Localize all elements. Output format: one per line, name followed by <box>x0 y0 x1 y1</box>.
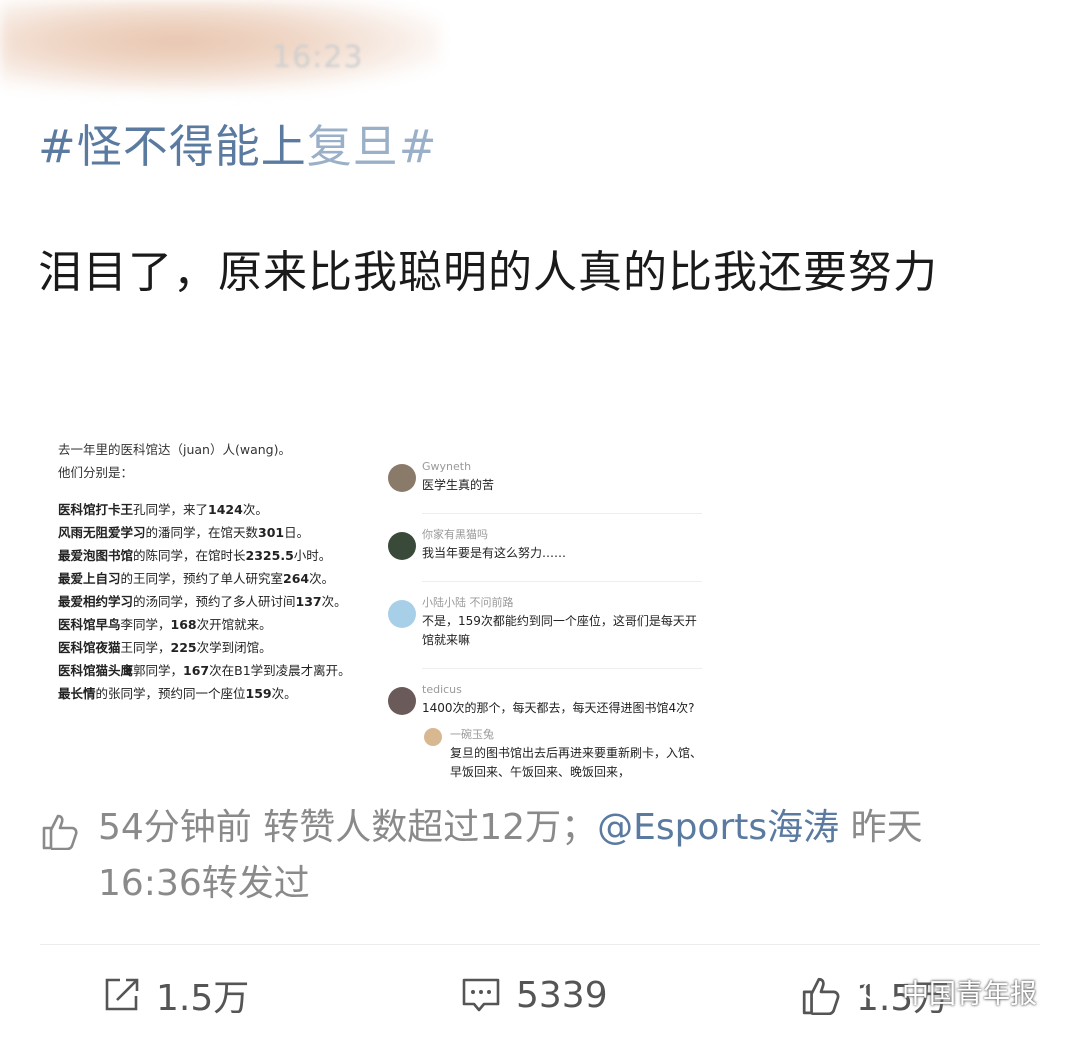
watermark: 中国青年报 <box>862 972 1037 1011</box>
award-line-bold-2: 264 <box>283 571 310 586</box>
watermark-text: 中国青年报 <box>902 979 1037 1010</box>
comment-item: Gwyneth 医学生真的苦 <box>386 458 706 495</box>
meta-tail-1: 昨天 <box>850 807 923 848</box>
award-line: 最爱上自习的王同学，预约了单人研究室264次。 <box>58 567 358 590</box>
share-count: 1.5万 <box>156 978 250 1019</box>
comment-item: 你家有黑猫吗 我当年要是有这么努力…… <box>386 526 706 563</box>
comment-text: 1400次的那个，每天都去，每天还得进图书馆4次? <box>422 701 695 715</box>
intro-line-1: 去一年里的医科馆达（juan）人(wang)。 <box>58 442 291 457</box>
award-line-rest-2: 次学到闭馆。 <box>196 640 272 655</box>
comment-item: 小陆小陆 不问前路 不是，159次都能约到同一个座位，这哥们是每天开馆就来嘛 <box>386 594 706 650</box>
award-line: 最爱相约学习的汤同学，预约了多人研讨间137次。 <box>58 590 358 613</box>
avatar <box>424 728 442 746</box>
award-line-rest-2: 小时。 <box>293 548 332 563</box>
award-line-bold: 医科馆夜猫 <box>58 640 121 655</box>
divider <box>40 944 1040 945</box>
award-line-rest-2: 次。 <box>242 502 268 517</box>
award-line-rest-1: 的潘同学，在馆天数 <box>145 525 259 540</box>
avatar <box>388 600 416 628</box>
blurred-header <box>0 0 440 92</box>
like-icon <box>802 977 840 1015</box>
avatar <box>388 687 416 715</box>
award-line-rest-2: 日。 <box>284 525 310 540</box>
post-text: 泪目了，原来比我聪明的人真的比我还要努力 <box>38 247 938 298</box>
award-line-rest-1: 的汤同学，预约了多人研讨间 <box>133 594 296 609</box>
share-icon <box>105 978 139 1011</box>
award-line-bold-2: 225 <box>170 640 197 655</box>
award-line-bold-2: 168 <box>170 617 197 632</box>
comment-list: Gwyneth 医学生真的苦 你家有黑猫吗 我当年要是有这么努力…… 小陆小陆 … <box>386 458 706 800</box>
award-line-bold: 最爱上自习 <box>58 571 121 586</box>
comment-button[interactable]: 5339 <box>460 970 608 1020</box>
intro-line-2: 他们分别是： <box>58 465 134 480</box>
award-line-rest-1: 的陈同学，在馆时长 <box>133 548 246 563</box>
award-line-rest-2: 次开馆就来。 <box>196 617 272 632</box>
award-line-rest-1: 王同学， <box>120 640 171 655</box>
comment-icon <box>462 978 500 1012</box>
award-line-rest-1: 郭同学， <box>133 663 184 678</box>
award-line-rest-2: 次。 <box>271 686 297 701</box>
avatar <box>388 532 416 560</box>
meta-tail-2: 16:36转发过 <box>98 863 310 904</box>
award-line-bold: 医科馆猫头鹰 <box>58 663 134 678</box>
award-line: 医科馆猫头鹰郭同学，167次在B1学到凌晨才离开。 <box>58 659 358 682</box>
award-line-bold-2: 167 <box>183 663 210 678</box>
award-line-bold: 最长情 <box>58 686 96 701</box>
wechat-icon <box>863 979 894 1003</box>
comment-author: Gwyneth <box>422 460 472 473</box>
award-line-bold: 医科馆早鸟 <box>58 617 121 632</box>
repost-meta: 54分钟前 转赞人数超过12万；@Esports海涛 昨天 16:36转发过 <box>40 800 1030 912</box>
embedded-image[interactable]: 去一年里的医科馆达（juan）人(wang)。 他们分别是： 医科馆打卡王孔同学… <box>30 400 750 790</box>
comment-author: 你家有黑猫吗 <box>422 528 488 541</box>
award-line-bold-2: 159 <box>245 686 272 701</box>
comment-text: 我当年要是有这么努力…… <box>422 546 567 560</box>
award-line-rest-2: 次。 <box>309 571 335 586</box>
award-line-bold: 医科馆打卡王 <box>58 502 134 517</box>
award-line-bold-2: 137 <box>295 594 322 609</box>
reply-text: 复旦的图书馆出去后再进来要重新刷卡，入馆、早饭回来、午饭回来、晚饭回来， <box>450 746 703 779</box>
avatar <box>388 464 416 492</box>
comment-item: tedicus 1400次的那个，每天都去，每天还得进图书馆4次? 一碗玉兔 复… <box>386 681 706 782</box>
award-line: 医科馆打卡王孔同学，来了1424次。 <box>58 498 358 521</box>
topic-hashtag[interactable]: #怪不得能上复旦# <box>38 110 437 175</box>
award-line: 最长情的张同学，预约同一个座位159次。 <box>58 682 358 705</box>
reply-item: 一碗玉兔 复旦的图书馆出去后再进来要重新刷卡，入馆、早饭回来、午饭回来、晚饭回来… <box>422 726 706 782</box>
award-list: 去一年里的医科馆达（juan）人(wang)。 他们分别是： 医科馆打卡王孔同学… <box>58 438 358 705</box>
award-line-bold: 最爱相约学习 <box>58 594 134 609</box>
topic-tail: 复旦# <box>306 120 438 173</box>
award-line-rest-1: 孔同学，来了 <box>133 502 209 517</box>
repost-stat: 转赞人数超过12万； <box>263 807 598 848</box>
award-line-rest-1: 的王同学，预约了单人研究室 <box>120 571 284 586</box>
award-line: 医科馆早鸟李同学，168次开馆就来。 <box>58 613 358 636</box>
comment-count: 5339 <box>516 974 608 1016</box>
award-line: 风雨无阻爱学习的潘同学，在馆天数301日。 <box>58 521 358 544</box>
award-line: 最爱泡图书馆的陈同学，在馆时长2325.5小时。 <box>58 544 358 567</box>
award-line: 医科馆夜猫王同学，225次学到闭馆。 <box>58 636 358 659</box>
award-line-rest-1: 李同学， <box>120 617 171 632</box>
award-line-bold-2: 2325.5 <box>245 548 294 563</box>
post-time: 16:23 <box>272 40 364 75</box>
comment-text: 不是，159次都能约到同一个座位，这哥们是每天开馆就来嘛 <box>422 614 697 647</box>
award-line-rest-2: 次。 <box>321 594 347 609</box>
award-line-bold: 风雨无阻爱学习 <box>58 525 146 540</box>
comment-author: 小陆小陆 不问前路 <box>422 596 514 609</box>
share-button[interactable]: 1.5万 <box>102 970 249 1020</box>
award-line-bold: 最爱泡图书馆 <box>58 548 134 563</box>
topic-main: #怪不得能上 <box>38 120 307 173</box>
comment-author: tedicus <box>422 683 462 696</box>
mention-link[interactable]: @Esports海涛 <box>597 807 839 848</box>
award-line-bold-2: 301 <box>258 525 285 540</box>
comment-text: 医学生真的苦 <box>422 478 495 492</box>
award-line-bold-2: 1424 <box>208 502 243 517</box>
award-line-rest-1: 的张同学，预约同一个座位 <box>95 686 246 701</box>
award-line-rest-2: 次在B1学到凌晨才离开。 <box>209 663 351 678</box>
reply-author: 一碗玉兔 <box>450 728 494 741</box>
time-ago: 54分钟前 <box>98 807 252 848</box>
